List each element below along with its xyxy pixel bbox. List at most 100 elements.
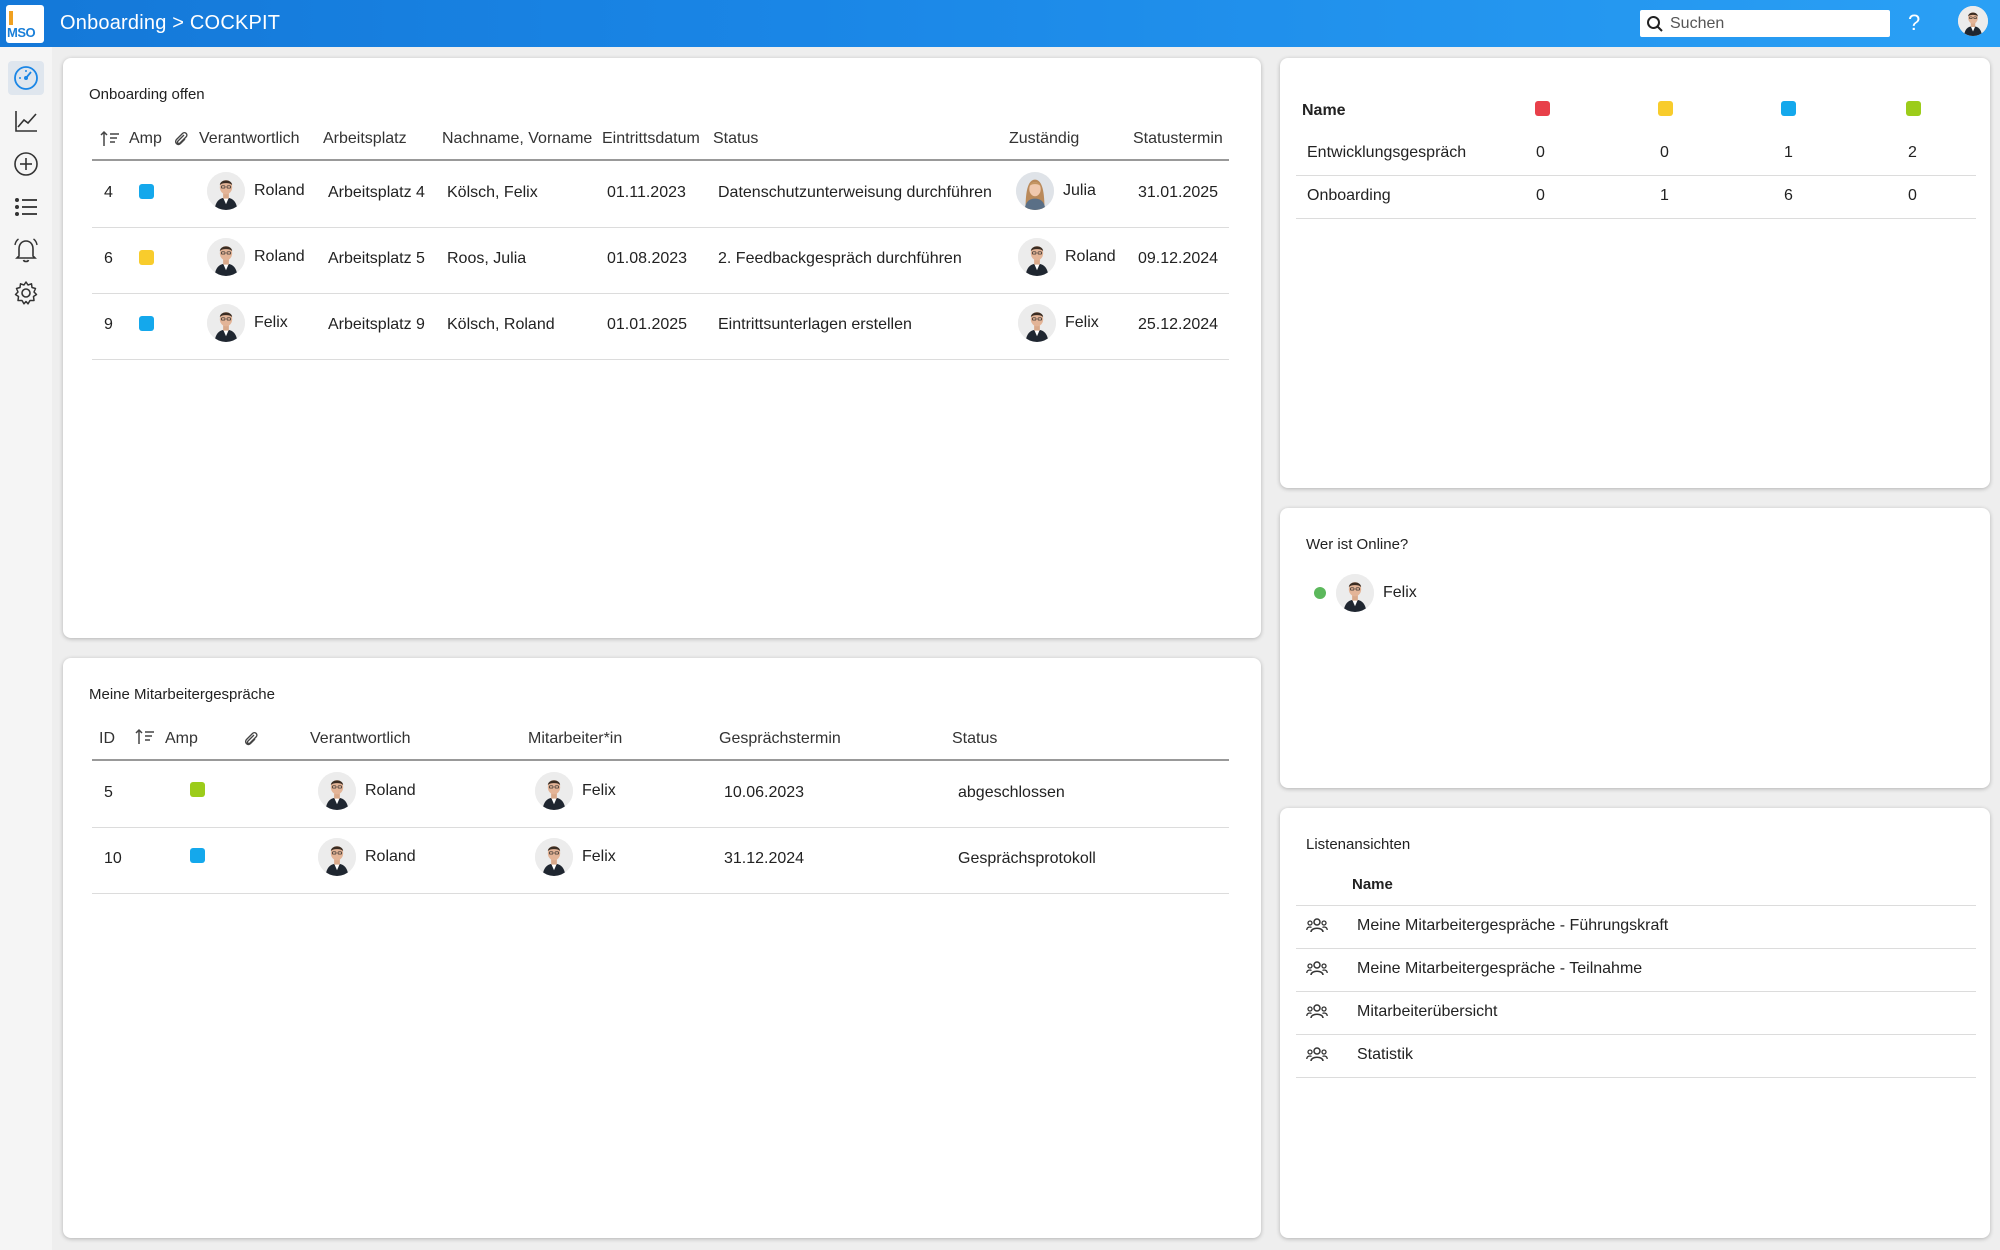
row-divider [92, 359, 1229, 360]
list-icon [15, 198, 37, 216]
status-light-blue [139, 184, 154, 199]
group-icon [1306, 961, 1328, 976]
list-item-label[interactable]: Mitarbeiterübersicht [1357, 1003, 1498, 1021]
col-header-zustaendig[interactable]: Zuständig [1009, 130, 1079, 148]
col-header-name[interactable]: Nachname, Vorname [442, 130, 592, 148]
row-id: 4 [104, 184, 113, 201]
mitarbeiter-person: Felix [535, 772, 616, 810]
person-name: Felix [1383, 584, 1417, 601]
verantwortlich-person: Roland [207, 172, 305, 210]
avatar [318, 838, 356, 876]
col-header-status[interactable]: Status [952, 730, 997, 748]
header-light-blue [1781, 101, 1796, 116]
count-green: 0 [1908, 187, 1917, 204]
col-header-status[interactable]: Status [713, 130, 758, 148]
verantwortlich-person: Roland [318, 838, 416, 876]
app-logo[interactable]: MSO [6, 4, 44, 43]
col-header-gespraechstermin[interactable]: Gesprächstermin [719, 730, 841, 748]
list-item-label[interactable]: Meine Mitarbeitergespräche - Teilnahme [1357, 960, 1642, 978]
person-name: Roland [365, 782, 416, 799]
row-divider [1296, 218, 1976, 219]
add-circle-icon [14, 152, 38, 176]
sidebar-item-charts[interactable] [8, 104, 44, 138]
attachment-icon[interactable] [243, 730, 259, 748]
avatar [207, 238, 245, 276]
status-cell: Eintrittsunterlagen erstellen [718, 316, 912, 333]
search-input[interactable] [1670, 14, 1870, 33]
page-title: Onboarding > COCKPIT [60, 12, 281, 34]
col-header-amp[interactable]: Amp [129, 130, 162, 148]
row-divider [1296, 948, 1976, 949]
row-id: 6 [104, 250, 113, 267]
row-id: 9 [104, 316, 113, 333]
row-divider [92, 227, 1229, 228]
count-red: 0 [1536, 187, 1545, 204]
help-button[interactable]: ? [1908, 10, 1920, 36]
search-box[interactable] [1640, 10, 1890, 37]
arbeitsplatz-cell: Arbeitsplatz 9 [328, 316, 425, 333]
list-item-label[interactable]: Statistik [1357, 1046, 1413, 1064]
user-avatar[interactable] [1958, 6, 1988, 36]
logo-text: MSO [7, 24, 36, 40]
avatar [207, 172, 245, 210]
col-header-verantwortlich[interactable]: Verantwortlich [310, 730, 411, 748]
group-icon [1306, 1004, 1328, 1019]
col-header-eintrittsdatum[interactable]: Eintrittsdatum [602, 130, 700, 148]
sidebar-item-list[interactable] [8, 190, 44, 224]
termin-cell: 31.12.2024 [724, 850, 805, 867]
zustaendig-person: Felix [1018, 304, 1099, 342]
person-name: Roland [1065, 248, 1116, 265]
chart-icon [15, 111, 37, 132]
onboarding-panel-title: Onboarding offen [89, 86, 205, 103]
termin-cell: 10.06.2023 [724, 784, 805, 801]
avatar [535, 838, 573, 876]
sidebar-item-add[interactable] [8, 147, 44, 181]
col-header-mitarbeiter[interactable]: Mitarbeiter*in [528, 730, 622, 748]
avatar [318, 772, 356, 810]
listviews-panel: Listenansichten Name Meine Mitarbeiterge… [1280, 808, 1990, 1238]
count-blue: 1 [1784, 144, 1793, 161]
status-light-blue [139, 316, 154, 331]
name-cell: Roos, Julia [447, 250, 527, 267]
row-divider [92, 893, 1229, 894]
sort-icon[interactable] [100, 130, 120, 148]
row-id: 10 [104, 850, 122, 867]
name-cell: Kölsch, Felix [447, 184, 538, 201]
col-header-amp[interactable]: Amp [165, 730, 198, 748]
sidebar-item-notifications[interactable] [8, 233, 44, 267]
sort-icon[interactable] [135, 728, 155, 746]
sidebar-item-settings[interactable] [8, 276, 44, 310]
row-id: 5 [104, 784, 113, 801]
person-name: Roland [365, 848, 416, 865]
row-divider [1296, 991, 1976, 992]
avatar [1018, 304, 1056, 342]
attachment-icon[interactable] [173, 130, 189, 148]
status-cell: Gesprächsprotokoll [958, 850, 1096, 867]
dashboard-icon [14, 66, 38, 90]
stats-row-name: Onboarding [1307, 187, 1391, 204]
header-light-yellow [1658, 101, 1673, 116]
col-header-arbeitsplatz[interactable]: Arbeitsplatz [323, 130, 407, 148]
col-header-verantwortlich[interactable]: Verantwortlich [199, 130, 300, 148]
listviews-panel-title: Listenansichten [1306, 836, 1411, 853]
group-icon [1306, 918, 1328, 933]
gear-icon [14, 281, 38, 305]
person-name: Felix [582, 848, 616, 865]
sidebar-item-dashboard[interactable] [8, 61, 44, 95]
count-yellow: 1 [1660, 187, 1669, 204]
stats-header-name: Name [1302, 102, 1346, 119]
col-header-id[interactable]: ID [99, 730, 115, 748]
row-divider [1296, 175, 1976, 176]
list-item-label[interactable]: Meine Mitarbeitergespräche - Führungskra… [1357, 917, 1668, 935]
statustermin-cell: 31.01.2025 [1138, 184, 1219, 201]
col-header-statustermin[interactable]: Statustermin [1133, 130, 1223, 148]
zustaendig-person: Roland [1018, 238, 1116, 276]
count-green: 2 [1908, 144, 1917, 161]
listviews-header-name: Name [1352, 876, 1393, 893]
avatar [535, 772, 573, 810]
logo-accent [9, 10, 13, 25]
stats-panel: Name Entwicklungsgespräch 0 0 1 2 Onboar… [1280, 58, 1990, 488]
online-user[interactable]: Felix [1336, 574, 1417, 612]
person-name: Julia [1063, 182, 1096, 199]
count-blue: 6 [1784, 187, 1793, 204]
